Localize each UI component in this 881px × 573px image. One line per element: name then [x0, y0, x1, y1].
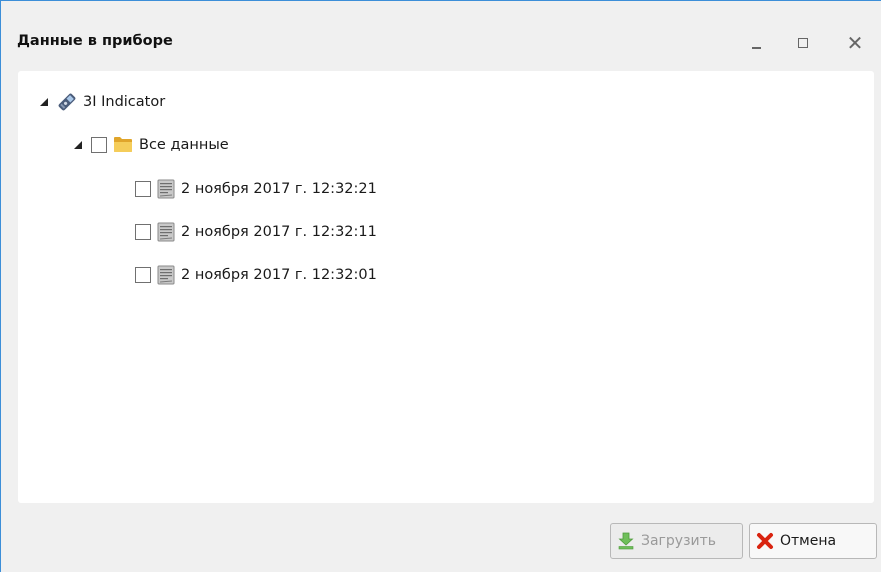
data-file-icon	[157, 179, 175, 199]
expanded-triangle-icon[interactable]	[73, 140, 83, 150]
tree-node-device[interactable]: 3I Indicator	[39, 90, 165, 114]
tree-node-label: Все данные	[139, 137, 229, 153]
dialog-window: Данные в приборе ✕ 3I Indicator Все данн…	[0, 0, 881, 572]
tree-node-record[interactable]: 2 ноября 2017 г. 12:32:01	[135, 263, 377, 287]
cancel-x-icon	[756, 532, 774, 550]
window-title: Данные в приборе	[17, 33, 173, 49]
record-checkbox[interactable]	[135, 224, 151, 240]
data-file-icon	[157, 265, 175, 285]
load-button[interactable]: Загрузить	[610, 523, 743, 559]
tree-node-record[interactable]: 2 ноября 2017 г. 12:32:21	[135, 177, 377, 201]
maximize-icon	[798, 38, 808, 48]
maximize-button[interactable]	[788, 29, 818, 57]
minimize-icon	[751, 47, 761, 49]
cancel-button-label: Отмена	[780, 533, 837, 549]
tree-node-label: 2 ноября 2017 г. 12:32:01	[181, 267, 377, 283]
folder-checkbox[interactable]	[91, 137, 107, 153]
minimize-button[interactable]	[741, 29, 771, 57]
folder-icon	[113, 136, 133, 154]
tree-node-label: 2 ноября 2017 г. 12:32:11	[181, 224, 377, 240]
expanded-triangle-icon[interactable]	[39, 97, 49, 107]
data-tree: 3I Indicator Все данные 2 ноября 2017 г.…	[18, 71, 874, 503]
tree-node-label: 3I Indicator	[83, 94, 166, 110]
download-icon	[617, 532, 635, 550]
cancel-button[interactable]: Отмена	[749, 523, 877, 559]
load-button-label: Загрузить	[641, 533, 717, 549]
close-icon: ✕	[846, 31, 864, 55]
record-checkbox[interactable]	[135, 181, 151, 197]
close-button[interactable]: ✕	[840, 29, 870, 57]
tree-node-folder[interactable]: Все данные	[73, 133, 229, 157]
title-bar[interactable]: Данные в приборе ✕	[1, 1, 881, 69]
tree-node-label: 2 ноября 2017 г. 12:32:21	[181, 181, 377, 197]
tree-node-record[interactable]: 2 ноября 2017 г. 12:32:11	[135, 220, 377, 244]
device-icon	[57, 92, 77, 112]
data-file-icon	[157, 222, 175, 242]
record-checkbox[interactable]	[135, 267, 151, 283]
